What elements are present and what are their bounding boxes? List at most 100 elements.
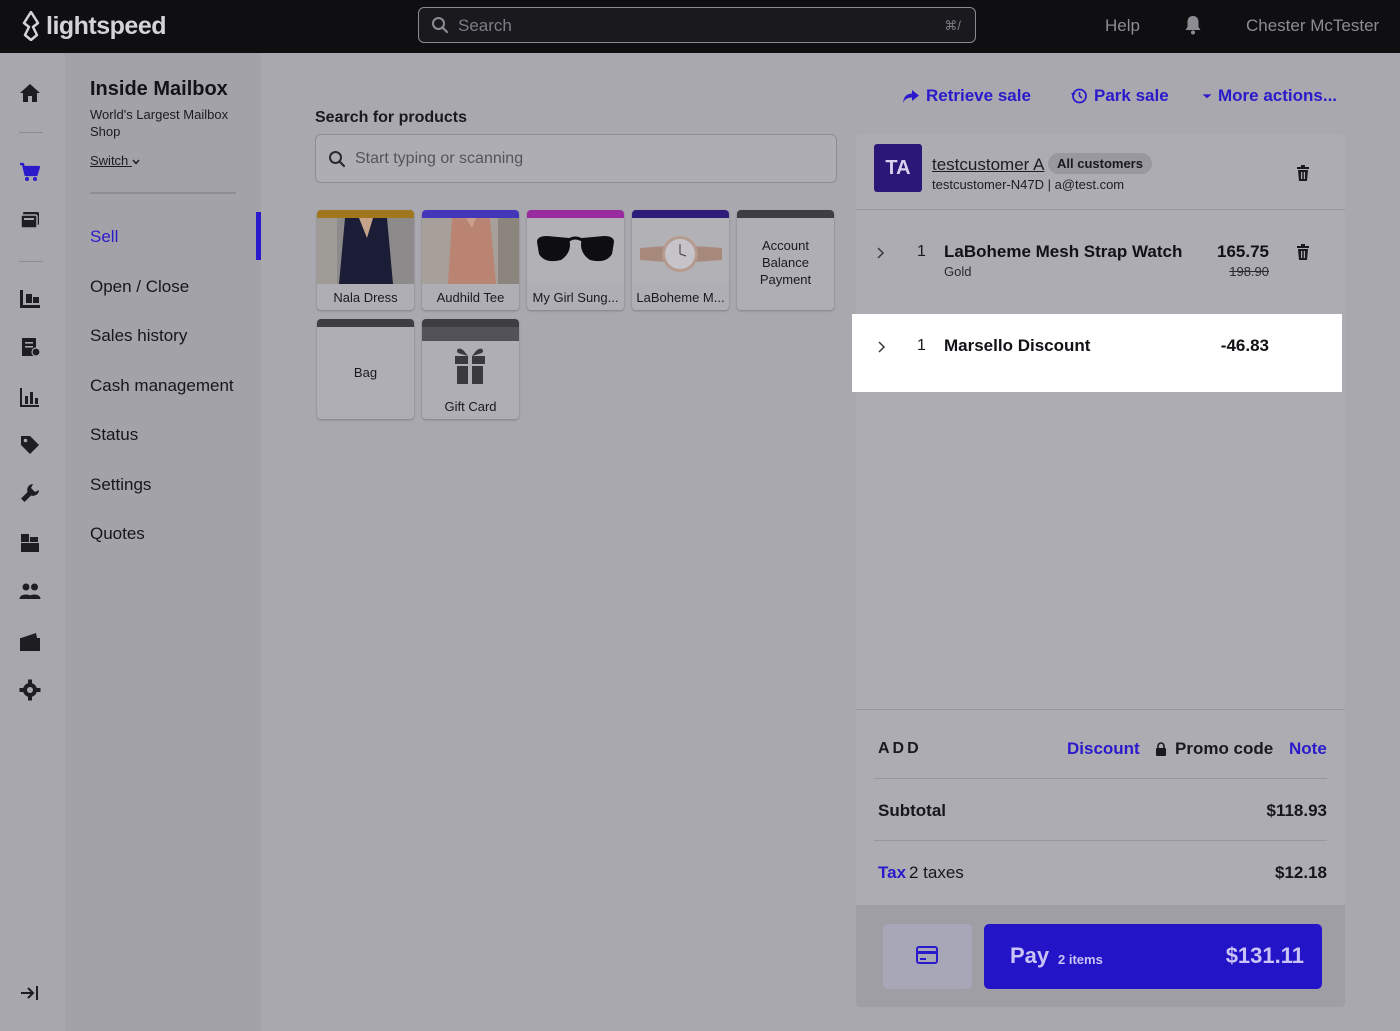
bell-icon[interactable] [1184,15,1202,35]
reports-icon[interactable] [19,386,41,408]
gear-icon[interactable] [19,679,41,701]
rail-divider [19,132,43,133]
nav-item-cash-management[interactable]: Cash management [90,376,234,396]
product-search-label: Search for products [315,109,468,126]
line-quantity[interactable]: 1 [917,243,926,261]
line-name: LaBoheme Mesh Strap Watch [944,242,1183,261]
product-tile-account-balance-payment[interactable]: Account Balance Payment [737,210,834,310]
invoice-icon[interactable] [19,336,41,358]
global-search-input[interactable]: Search ⌘/ [418,7,976,43]
product-search-placeholder: Start typing or scanning [355,150,524,167]
chevron-right-icon[interactable] [875,247,885,259]
product-tile-nala-dress[interactable]: Nala Dress [317,210,414,310]
retrieve-sale-button[interactable]: Retrieve sale [902,86,1031,106]
product-search-input[interactable]: Start typing or scanning [315,134,837,183]
product-tile-my-girl-sunglasses[interactable]: My Girl Sung... [527,210,624,310]
user-menu[interactable]: Chester McTester [1246,16,1379,36]
tax-value: $12.18 [1275,863,1327,882]
cart-line-item[interactable]: 1 LaBoheme Mesh Strap Watch Gold 165.75 … [856,234,1345,314]
cart-icon[interactable] [19,161,41,183]
register-icon[interactable] [19,210,41,232]
search-placeholder: Search [458,16,512,35]
pay-amount: $131.11 [1225,943,1304,968]
history-icon [1071,88,1087,104]
icon-rail [0,53,65,1031]
search-shortcut: ⌘/ [944,18,961,33]
caret-down-icon [1202,94,1212,99]
wallet-icon[interactable] [19,631,41,653]
store-name: Inside Mailbox [90,78,228,100]
nav-item-settings[interactable]: Settings [90,475,151,495]
cart-panel: TA testcustomer A All customers testcust… [856,134,1345,1007]
store-subtitle: World's Largest Mailbox Shop [90,107,229,139]
tile-label: Audhild Tee [436,290,505,305]
lightspeed-logo[interactable]: lightspeed [20,10,167,42]
tile-label: Gift Card [444,399,497,414]
promo-code-label: Promo code [1175,739,1274,758]
cart-line-item-highlighted[interactable]: 1 Marsello Discount -46.83 [852,314,1342,392]
subtotal-label: Subtotal [878,801,946,820]
boxes-icon[interactable] [19,532,41,554]
summary-divider [874,840,1327,841]
line-price[interactable]: -46.83 [1221,336,1269,356]
tile-color-strip [737,210,834,218]
search-icon [432,17,449,34]
add-discount-button[interactable]: Discount [1067,739,1140,759]
line-quantity[interactable]: 1 [917,337,926,355]
add-promo-code-button[interactable]: Promo code [1155,739,1273,759]
home-icon[interactable] [19,82,41,104]
product-tile-bag[interactable]: Bag [317,319,414,419]
collapse-icon[interactable] [19,982,41,1004]
more-actions-label: More actions... [1218,86,1338,105]
remove-customer-trash-icon[interactable] [1296,165,1310,181]
customer-card: TA testcustomer A All customers testcust… [856,134,1345,210]
nav-item-open-close[interactable]: Open / Close [90,277,189,297]
pay-label: Pay [1010,943,1050,968]
tax-link[interactable]: Tax [878,863,906,883]
tile-color-strip [422,319,519,327]
product-tile-gift-card[interactable]: Gift Card [422,319,519,419]
brand-name: lightspeed [46,11,167,40]
line-original-price: 198.90 [1229,264,1269,279]
nav-item-sales-history[interactable]: Sales history [90,326,187,346]
switch-store-button[interactable]: Switch [90,153,140,168]
more-actions-button[interactable]: More actions... [1202,86,1337,106]
share-arrow-icon [903,90,919,103]
help-link[interactable]: Help [1105,16,1140,36]
tile-label: LaBoheme M... [636,290,725,305]
nav-item-status[interactable]: Status [90,425,138,445]
tag-icon[interactable] [19,434,41,456]
park-sale-button[interactable]: Park sale [1070,86,1169,106]
nav-item-quotes[interactable]: Quotes [90,524,145,544]
search-icon [329,151,346,168]
flame-logo-icon [22,11,40,41]
pay-button[interactable]: Pay 2 items $131.11 [984,924,1322,989]
line-price[interactable]: 165.75 [1217,242,1269,262]
add-label: ADD [878,740,922,757]
product-tile-laboheme-watch[interactable]: LaBoheme M... [632,210,729,310]
park-sale-label: Park sale [1094,86,1169,105]
audhild-tee-image [422,218,519,284]
pay-bar: Pay 2 items $131.11 [856,905,1345,1007]
sunglasses-image [527,218,624,284]
sell-nav-panel: Inside Mailbox World's Largest Mailbox S… [65,53,261,1031]
gift-icon [422,327,519,341]
wrench-icon[interactable] [19,482,41,504]
tile-label: Nala Dress [333,290,398,305]
customer-name-link[interactable]: testcustomer A [932,155,1044,175]
customers-icon[interactable] [19,581,41,603]
product-tile-audhild-tee[interactable]: Audhild Tee [422,210,519,310]
tile-label: My Girl Sung... [532,290,619,305]
nav-item-sell[interactable]: Sell [90,227,118,247]
tile-color-strip [527,210,624,218]
inventory-icon[interactable] [19,288,41,310]
chevron-down-icon [132,159,140,165]
chevron-right-icon[interactable] [876,341,886,353]
gift-box-icon [455,348,485,384]
remove-line-trash-icon[interactable] [1296,244,1310,260]
card-payment-button[interactable] [883,924,972,989]
customer-avatar: TA [874,144,922,192]
add-note-button[interactable]: Note [1289,739,1327,759]
top-bar: lightspeed Search ⌘/ Help Chester McTest… [0,0,1400,53]
line-name: Marsello Discount [944,336,1091,355]
